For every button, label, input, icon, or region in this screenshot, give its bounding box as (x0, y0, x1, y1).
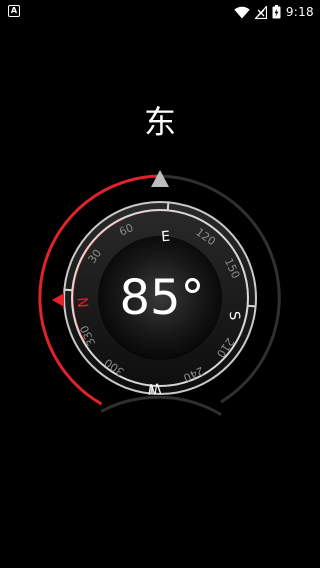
cardinal-tick (64, 288, 73, 292)
north-marker-icon (52, 293, 64, 307)
heading-pointer-icon (151, 170, 169, 187)
battery-charging-icon (272, 5, 281, 19)
signal-icon (254, 5, 267, 19)
heading-readout: 85° (119, 270, 204, 326)
direction-label: 东 (143, 103, 176, 141)
cardinal-tick (166, 202, 170, 211)
status-bar: A 9:18 (0, 0, 320, 24)
cardinal-tick (247, 304, 256, 308)
clock-time: 9:18 (285, 5, 314, 19)
cardinal-e: E (161, 229, 171, 246)
notification-a-icon: A (8, 5, 20, 17)
cardinal-s: S (226, 311, 243, 321)
cardinal-w: W (147, 379, 162, 396)
status-icons: 9:18 (234, 3, 314, 21)
wifi-icon (234, 6, 250, 18)
compass-dial[interactable]: 3060 120150210240300330 N E S W 85° (0, 150, 320, 430)
outer-arc (100, 395, 222, 416)
cardinal-n: N (76, 296, 93, 308)
